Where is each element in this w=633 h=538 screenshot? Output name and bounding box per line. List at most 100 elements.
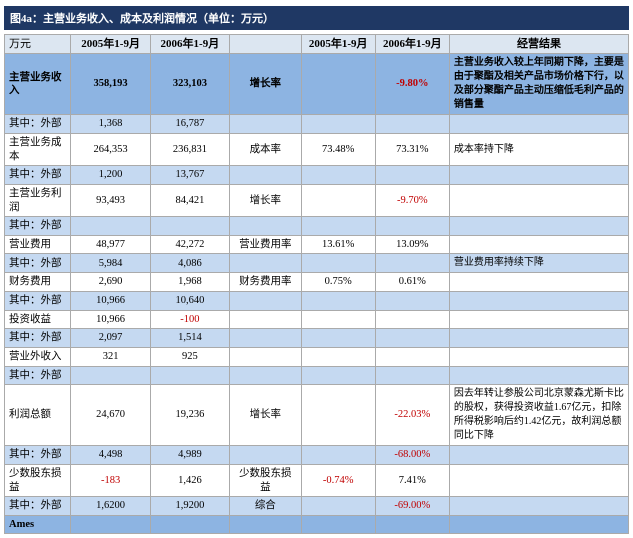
row-value: -183 bbox=[71, 464, 150, 496]
table-row: 其中：外部 bbox=[5, 366, 629, 385]
header-2005b: 2005年1-9月 bbox=[301, 35, 375, 54]
row-value: 24,670 bbox=[71, 385, 150, 446]
row-value: 48,977 bbox=[71, 235, 150, 254]
row-value bbox=[301, 515, 375, 534]
row-value bbox=[375, 366, 449, 385]
row-value: -9.70% bbox=[375, 184, 449, 216]
row-value bbox=[301, 497, 375, 516]
row-label: 投资收益 bbox=[5, 310, 71, 329]
row-result bbox=[449, 366, 628, 385]
row-label: 主营业务收入 bbox=[5, 54, 71, 115]
row-value bbox=[375, 166, 449, 185]
row-result bbox=[449, 273, 628, 292]
row-value: 1,9200 bbox=[150, 497, 229, 516]
row-value: -69.00% bbox=[375, 497, 449, 516]
header-2006: 2006年1-9月 bbox=[150, 35, 229, 54]
row-value: 10,640 bbox=[150, 292, 229, 311]
row-result bbox=[449, 166, 628, 185]
row-value: 73.48% bbox=[301, 133, 375, 165]
row-value: 成本率 bbox=[230, 133, 302, 165]
table-row: 少数股东损益-1831,426少数股东损益-0.74%7.41% bbox=[5, 464, 629, 496]
table-row: 财务费用2,6901,968财务费用率0.75%0.61% bbox=[5, 273, 629, 292]
row-value bbox=[230, 347, 302, 366]
row-value bbox=[301, 329, 375, 348]
row-value bbox=[375, 310, 449, 329]
row-label: 其中：外部 bbox=[5, 329, 71, 348]
row-value bbox=[301, 385, 375, 446]
table-row: 营业外收入321925 bbox=[5, 347, 629, 366]
row-value: 4,086 bbox=[150, 254, 229, 273]
row-value: 16,787 bbox=[150, 115, 229, 134]
row-value bbox=[375, 254, 449, 273]
row-value: 7.41% bbox=[375, 464, 449, 496]
row-value: 0.75% bbox=[301, 273, 375, 292]
row-label: 营业外收入 bbox=[5, 347, 71, 366]
row-value: 13.09% bbox=[375, 235, 449, 254]
page-wrapper: 图4a：主营业务收入、成本及利润情况（单位：万元） 万元 2005年1-9月 2… bbox=[0, 0, 633, 538]
row-value: 10,966 bbox=[71, 310, 150, 329]
table-row: 其中：外部5,9844,086营业费用率持续下降 bbox=[5, 254, 629, 273]
table-row: Ames bbox=[5, 515, 629, 534]
table-row: 主营业务成本264,353236,831成本率73.48%73.31%成本率持下… bbox=[5, 133, 629, 165]
table-row: 其中：外部10,96610,640 bbox=[5, 292, 629, 311]
table-row: 利润总额24,67019,236增长率-22.03%因去年转让参股公司北京蒙森尤… bbox=[5, 385, 629, 446]
row-value: -9.80% bbox=[375, 54, 449, 115]
row-value bbox=[230, 115, 302, 134]
row-value bbox=[375, 292, 449, 311]
header-2006b: 2006年1-9月 bbox=[375, 35, 449, 54]
row-value bbox=[71, 366, 150, 385]
row-value: 264,353 bbox=[71, 133, 150, 165]
header-2005: 2005年1-9月 bbox=[71, 35, 150, 54]
row-value bbox=[230, 217, 302, 236]
row-value: 321 bbox=[71, 347, 150, 366]
row-label: 其中：外部 bbox=[5, 217, 71, 236]
row-value bbox=[375, 515, 449, 534]
row-result bbox=[449, 217, 628, 236]
row-value: 1,514 bbox=[150, 329, 229, 348]
row-value bbox=[301, 366, 375, 385]
row-label: 利润总额 bbox=[5, 385, 71, 446]
row-label: 其中：外部 bbox=[5, 254, 71, 273]
table-row: 其中：外部1,20013,767 bbox=[5, 166, 629, 185]
row-value: 84,421 bbox=[150, 184, 229, 216]
row-value: 综合 bbox=[230, 497, 302, 516]
row-result bbox=[449, 515, 628, 534]
table-row: 主营业务利润93,49384,421增长率-9.70% bbox=[5, 184, 629, 216]
row-value: 2,097 bbox=[71, 329, 150, 348]
row-label: 其中：外部 bbox=[5, 115, 71, 134]
row-label: Ames bbox=[5, 515, 71, 534]
row-value: 73.31% bbox=[375, 133, 449, 165]
row-value: -22.03% bbox=[375, 385, 449, 446]
row-value bbox=[301, 184, 375, 216]
row-value: 13.61% bbox=[301, 235, 375, 254]
table-row: 其中：外部1,36816,787 bbox=[5, 115, 629, 134]
row-value bbox=[301, 310, 375, 329]
row-result: 成本率持下降 bbox=[449, 133, 628, 165]
row-label: 主营业务成本 bbox=[5, 133, 71, 165]
row-value: 2,690 bbox=[71, 273, 150, 292]
row-value bbox=[375, 217, 449, 236]
row-result bbox=[449, 497, 628, 516]
row-value: 1,968 bbox=[150, 273, 229, 292]
header-unit: 万元 bbox=[5, 35, 71, 54]
row-value: 增长率 bbox=[230, 184, 302, 216]
row-value: -0.74% bbox=[301, 464, 375, 496]
row-value bbox=[301, 217, 375, 236]
row-label: 主营业务利润 bbox=[5, 184, 71, 216]
row-label: 其中：外部 bbox=[5, 446, 71, 465]
row-value bbox=[301, 254, 375, 273]
row-value: 增长率 bbox=[230, 385, 302, 446]
row-value: 13,767 bbox=[150, 166, 229, 185]
row-result: 主营业务收入较上年同期下降，主要是由于聚酯及相关产品市场价格下行，以及部分聚酯产… bbox=[449, 54, 628, 115]
row-result bbox=[449, 235, 628, 254]
row-label: 营业费用 bbox=[5, 235, 71, 254]
table-row: 投资收益10,966-100 bbox=[5, 310, 629, 329]
row-result: 营业费用率持续下降 bbox=[449, 254, 628, 273]
row-value: 1,200 bbox=[71, 166, 150, 185]
row-label: 少数股东损益 bbox=[5, 464, 71, 496]
row-value bbox=[375, 329, 449, 348]
page-title: 图4a：主营业务收入、成本及利润情况（单位：万元） bbox=[4, 6, 629, 30]
row-result bbox=[449, 329, 628, 348]
row-value bbox=[150, 515, 229, 534]
row-result bbox=[449, 310, 628, 329]
